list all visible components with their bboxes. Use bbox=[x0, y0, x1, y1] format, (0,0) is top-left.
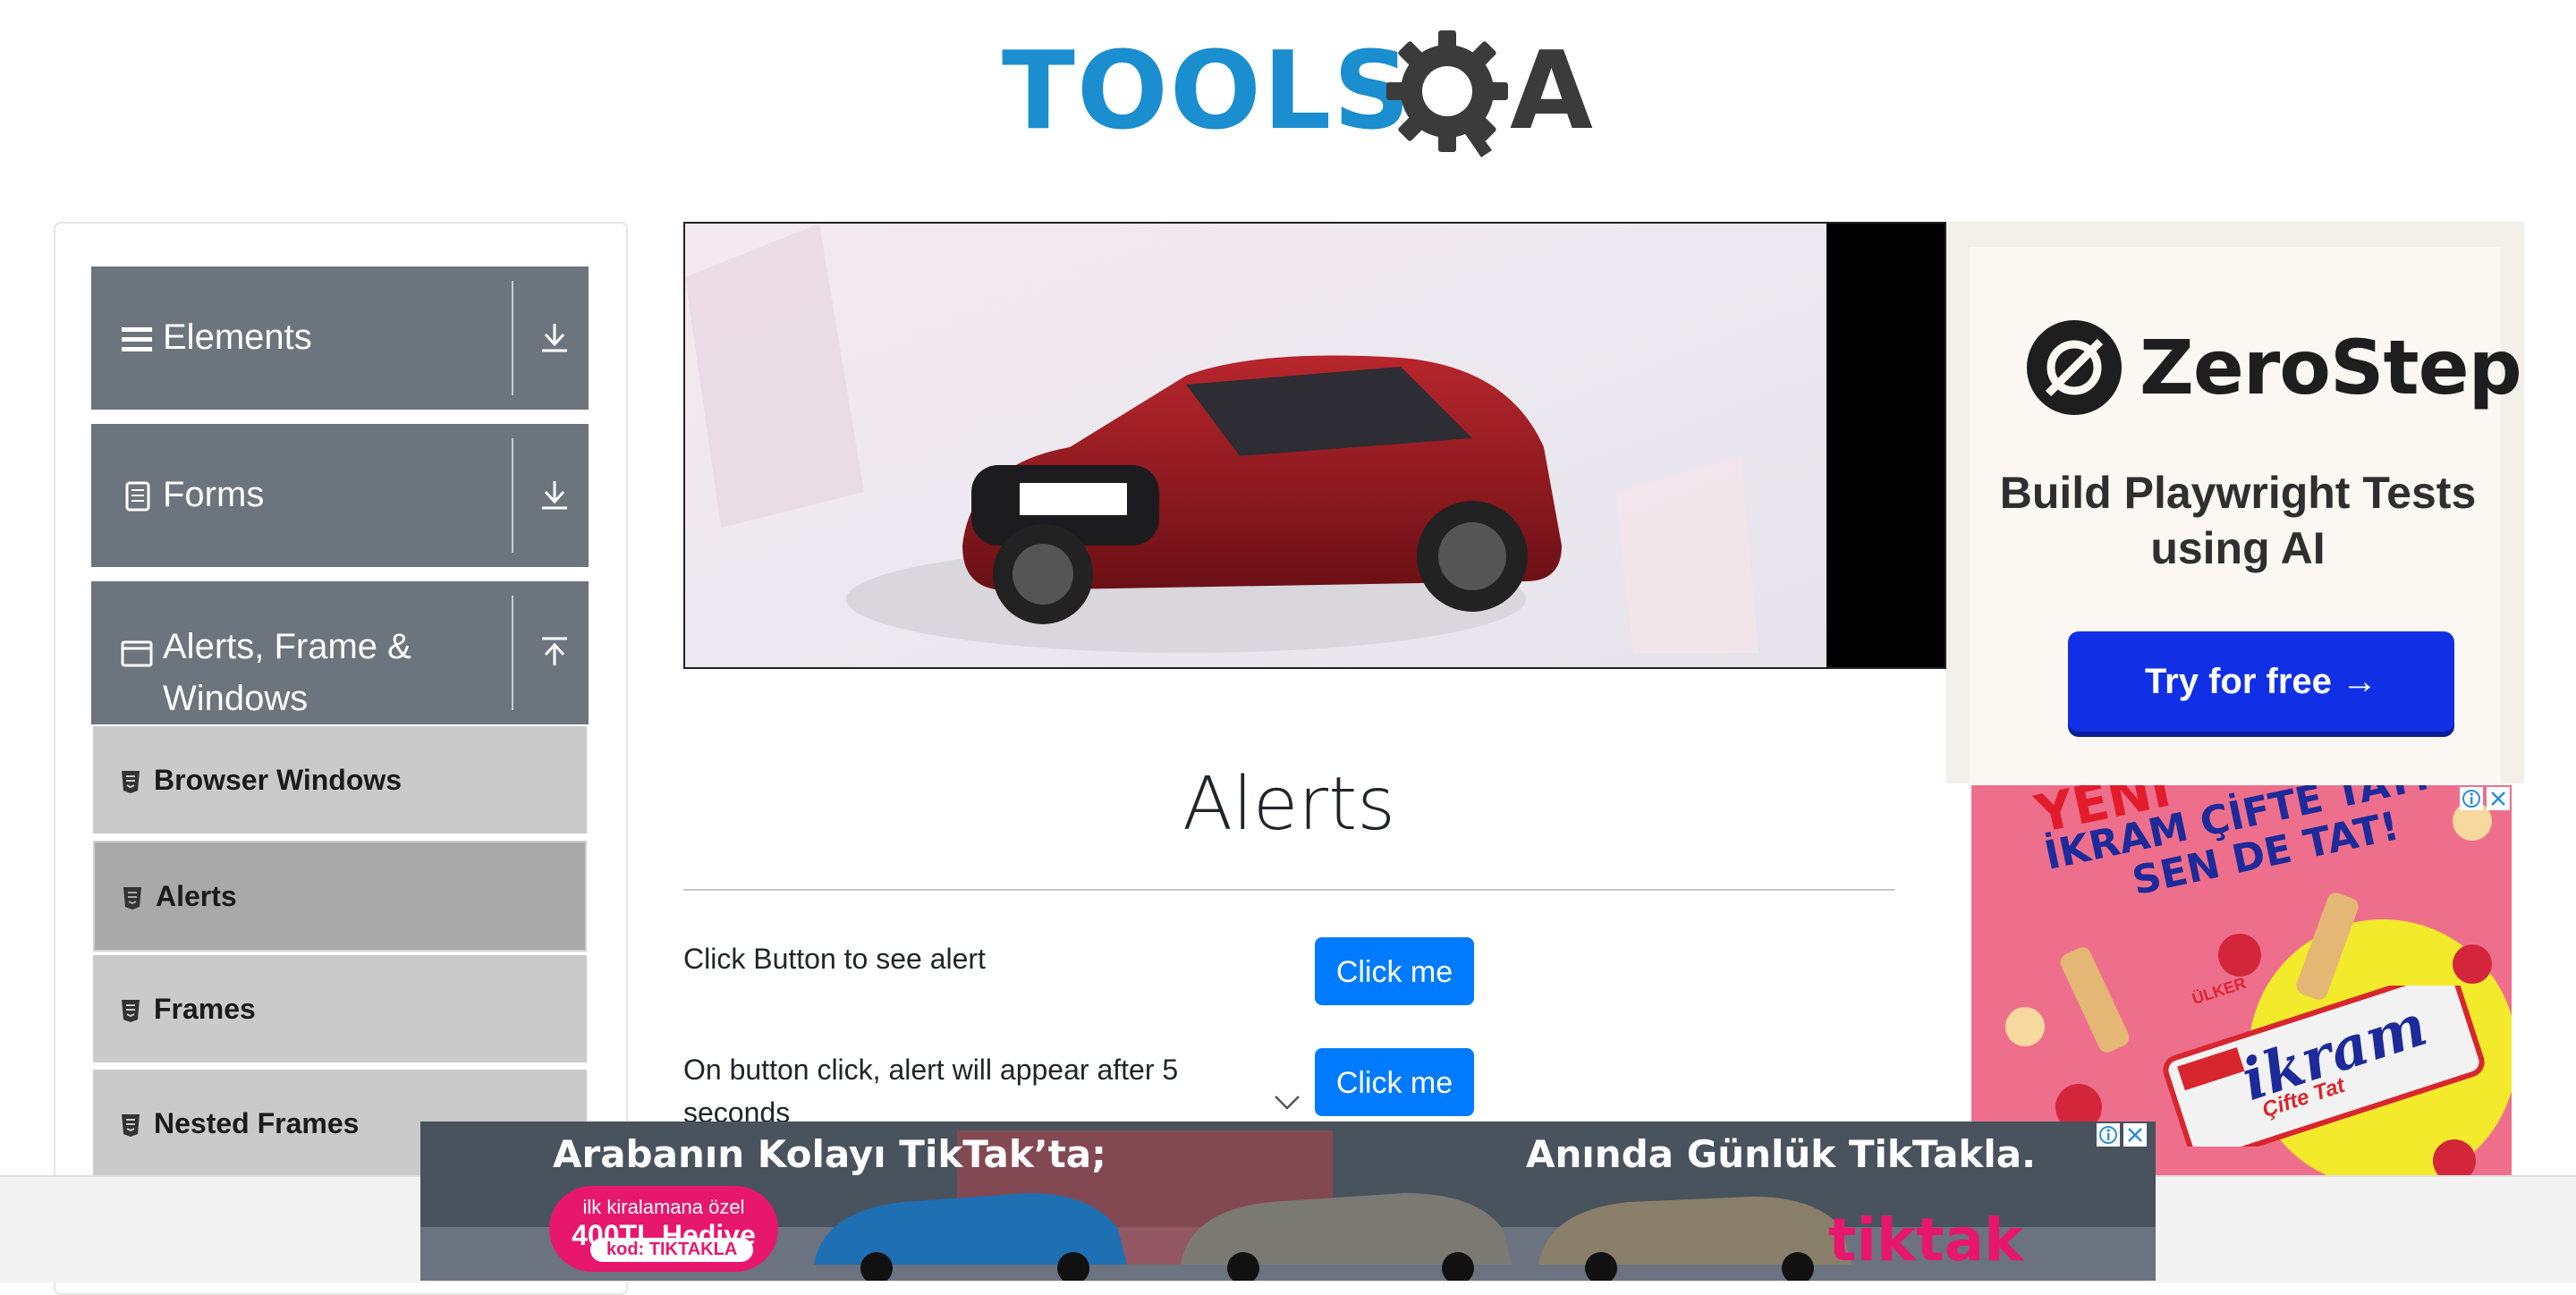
zerostep-brand: ZeroStep bbox=[2140, 324, 2522, 411]
zerostep-ad[interactable]: ZeroStep Build Playwright Tests using AI… bbox=[1946, 222, 2524, 783]
ad-choices-icon[interactable] bbox=[2097, 1123, 2120, 1147]
logo-text: TOOLS bbox=[1002, 30, 1412, 154]
hamburger-icon bbox=[122, 327, 152, 351]
sidebar-item-label: Browser Windows bbox=[154, 764, 402, 796]
document-icon bbox=[125, 481, 150, 512]
chevron-down-icon[interactable] bbox=[1274, 1095, 1301, 1111]
badge-line1: ilk kiralamana özel bbox=[582, 1196, 745, 1218]
html5-icon bbox=[122, 1114, 140, 1137]
car-ad-image bbox=[685, 224, 1826, 667]
sidebar-item-browser-windows[interactable]: Browser Windows bbox=[93, 726, 587, 837]
upload-arrow-icon[interactable] bbox=[538, 635, 571, 671]
window-icon bbox=[121, 640, 153, 667]
sidebar-group-label: Forms bbox=[163, 475, 265, 514]
alert-button[interactable]: Click me bbox=[1315, 937, 1474, 1005]
tiktak-headline-right: Anında Günlük TikTakla. bbox=[1526, 1132, 2037, 1176]
zerostep-logo-icon bbox=[2027, 320, 2122, 415]
sidebar-item-alerts[interactable]: Alerts bbox=[93, 841, 587, 952]
close-icon[interactable] bbox=[2123, 1123, 2147, 1147]
banner-ad[interactable] bbox=[683, 222, 1946, 669]
gear-magnifier-icon bbox=[1386, 30, 1508, 157]
page-title: Alerts bbox=[1182, 762, 1395, 847]
divider bbox=[512, 281, 513, 395]
download-arrow-icon[interactable] bbox=[538, 478, 571, 513]
toolsqa-logo[interactable]: TOOLS A bbox=[1002, 25, 1593, 168]
sidebar-item-label: Nested Frames bbox=[154, 1107, 360, 1139]
html5-icon bbox=[122, 1000, 140, 1022]
sidebar-item-label: Alerts bbox=[156, 880, 237, 912]
download-arrow-icon[interactable] bbox=[538, 320, 571, 356]
header: TOOLS A bbox=[0, 0, 2576, 206]
sidebar-group-forms[interactable]: Forms bbox=[91, 424, 589, 567]
sidebar-group-alerts-frame-windows[interactable]: Alerts, Frame & Windows bbox=[91, 581, 589, 724]
tiktak-promo-code: kod: TIKTAKLA bbox=[590, 1238, 754, 1262]
sidebar-group-elements[interactable]: Elements bbox=[91, 267, 589, 410]
tiktak-headline-left: Arabanın Kolayı TikTak’ta; bbox=[553, 1132, 1106, 1176]
sidebar-group-label: Alerts, Frame & Windows bbox=[163, 627, 411, 718]
cars-image bbox=[814, 1193, 1852, 1281]
close-icon[interactable] bbox=[2487, 787, 2510, 810]
html5-icon bbox=[123, 887, 141, 910]
sidebar-group-label: Elements bbox=[163, 317, 312, 357]
timer-alert-button[interactable]: Click me bbox=[1315, 1048, 1474, 1116]
divider bbox=[512, 596, 513, 710]
tiktak-logo: tiktak bbox=[1828, 1206, 2024, 1274]
sidebar-item-label: Frames bbox=[154, 993, 256, 1025]
try-for-free-button[interactable]: Try for free → bbox=[2068, 631, 2454, 732]
tiktak-ad[interactable]: Arabanın Kolayı TikTak’ta; Anında Günlük… bbox=[420, 1121, 2156, 1281]
ad-choices-icon[interactable] bbox=[2460, 787, 2483, 810]
alert-row-label: Click Button to see alert bbox=[683, 943, 986, 975]
sidebar-item-frames[interactable]: Frames bbox=[93, 955, 587, 1066]
title-divider bbox=[683, 889, 1894, 891]
logo-letter-a: A bbox=[1510, 30, 1593, 154]
zerostep-tagline: Build Playwright Tests using AI bbox=[1999, 468, 2477, 573]
html5-icon bbox=[122, 771, 140, 793]
ad-card: ZeroStep Build Playwright Tests using AI… bbox=[1970, 247, 2522, 783]
divider bbox=[512, 438, 513, 553]
